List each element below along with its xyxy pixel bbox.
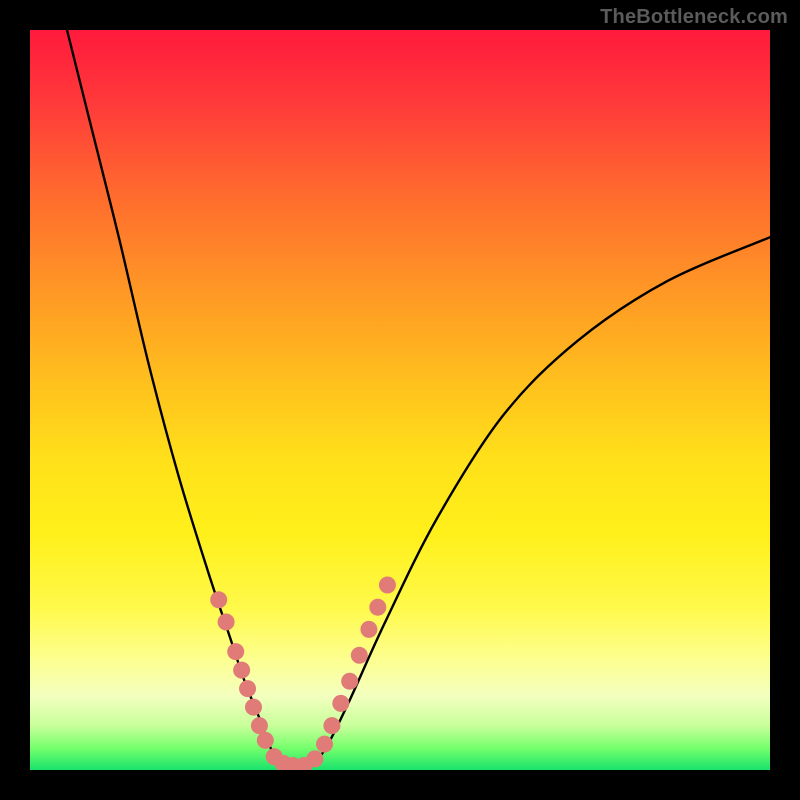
marker-dot [379,577,396,594]
plot-area [30,30,770,770]
marker-dot [306,750,323,767]
valley-markers [210,577,396,771]
marker-dot [323,717,340,734]
marker-dot [316,736,333,753]
marker-dot [251,717,268,734]
marker-dot [351,647,368,664]
marker-dot [360,621,377,638]
marker-dot [210,591,227,608]
marker-dot [341,673,358,690]
left-branch-curve [67,30,282,766]
marker-dot [239,680,256,697]
marker-dot [245,699,262,716]
marker-dot [257,732,274,749]
marker-dot [218,614,235,631]
marker-dot [369,599,386,616]
marker-dot [233,662,250,679]
chart-frame: TheBottleneck.com [0,0,800,800]
marker-dot [227,643,244,660]
curve-svg [30,30,770,770]
watermark-text: TheBottleneck.com [600,6,788,29]
marker-dot [332,695,349,712]
right-branch-curve [311,237,770,766]
